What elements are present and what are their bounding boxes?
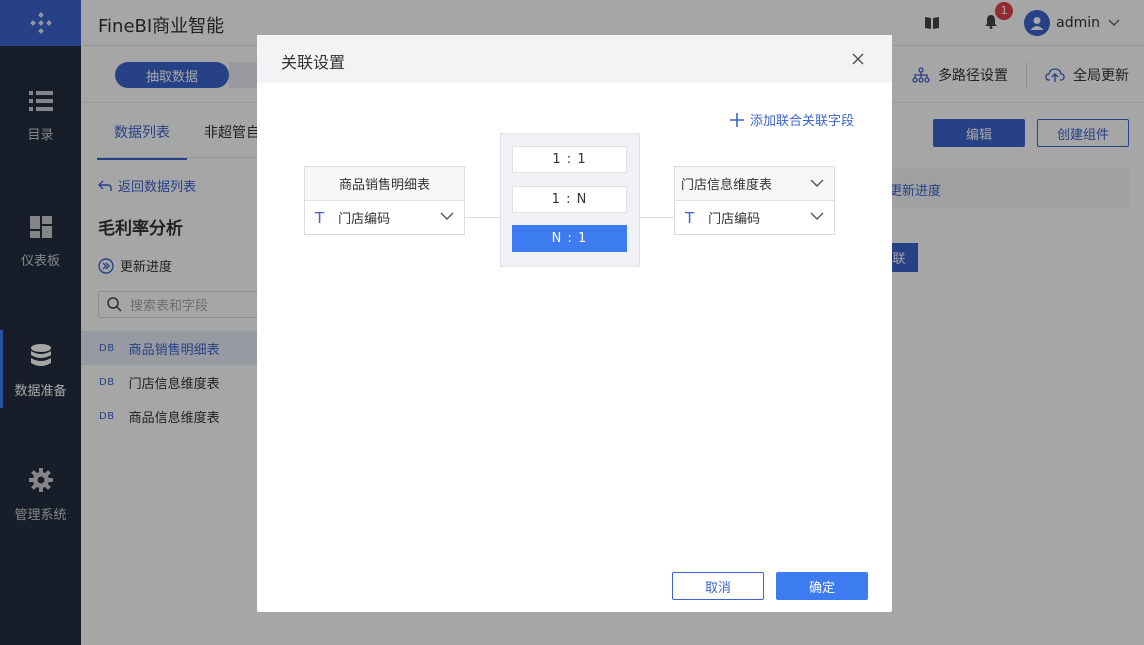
chevron-down-icon [440, 212, 454, 220]
right-table-box: 门店信息维度表 T 门店编码 [674, 166, 835, 235]
chevron-down-icon [810, 212, 824, 220]
right-table-select[interactable]: 门店信息维度表 [675, 167, 834, 201]
chevron-down-icon [810, 179, 824, 187]
close-icon[interactable] [850, 51, 866, 67]
right-table-name: 门店信息维度表 [681, 178, 773, 193]
plus-icon [730, 112, 744, 127]
right-field-select[interactable]: T 门店编码 [675, 201, 834, 234]
relation-option-1-1[interactable]: 1 : 1 [512, 146, 627, 173]
dialog-header: 关联设置 [257, 35, 892, 83]
cancel-button[interactable]: 取消 [672, 572, 764, 600]
relation-option-1-n[interactable]: 1 : N [512, 186, 627, 213]
add-joint-field-link[interactable]: 添加联合关联字段 [730, 110, 854, 129]
right-field-label: 门店编码 [708, 212, 761, 227]
add-joint-field-label: 添加联合关联字段 [750, 114, 855, 129]
connector-line-left [465, 217, 500, 218]
text-type-icon: T [315, 208, 325, 227]
dialog-title: 关联设置 [281, 53, 346, 72]
confirm-button[interactable]: 确定 [776, 572, 868, 600]
relation-type-selector: 1 : 1 1 : N N : 1 [500, 133, 640, 267]
text-type-icon: T [685, 208, 695, 227]
relation-option-n-1[interactable]: N : 1 [512, 225, 627, 252]
relation-settings-dialog: 关联设置 添加联合关联字段 商品销售明细表 T 门店编码 1 : 1 1 : N… [257, 35, 892, 612]
left-field-label: 门店编码 [338, 212, 391, 227]
connector-line-right [640, 217, 674, 218]
left-table-box: 商品销售明细表 T 门店编码 [304, 166, 465, 235]
left-field-select[interactable]: T 门店编码 [305, 201, 464, 234]
left-table-name: 商品销售明细表 [305, 167, 464, 201]
